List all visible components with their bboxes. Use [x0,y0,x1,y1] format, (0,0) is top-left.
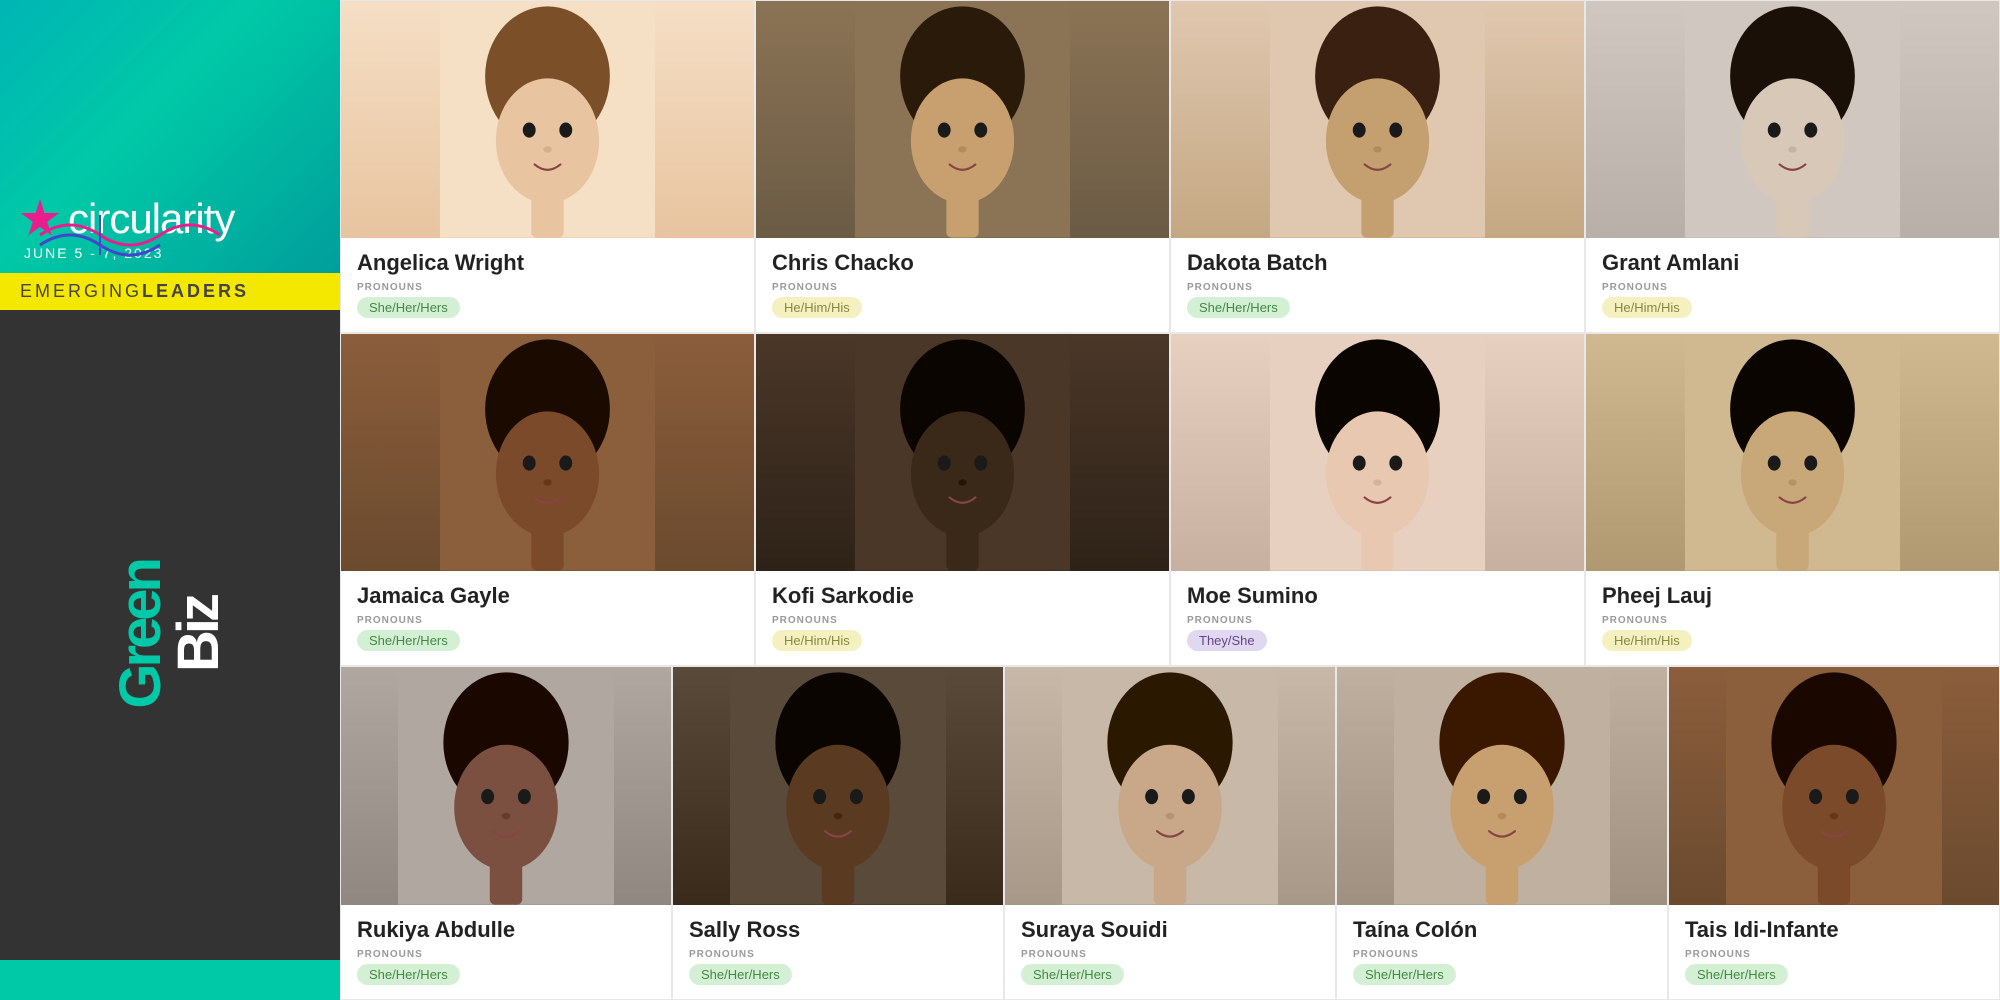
photo-pheej-lauj [1586,334,1999,571]
photo-moe-sumino [1171,334,1584,571]
emerging-text: EMERGING [20,281,142,302]
pronouns-badge-pheej-lauj: He/Him/His [1602,630,1692,651]
pronouns-badge-tais-idi-infante: She/Her/Hers [1685,964,1788,985]
grid-row: Angelica Wright PRONOUNS She/Her/Hers Chri… [340,0,2000,333]
emerging-leaders-banner: EMERGING LEADERS [0,273,340,310]
info-chris-chacko: Chris Chacko PRONOUNS He/Him/His [756,238,1169,332]
photo-dakota-batch [1171,1,1584,238]
photo-tais-idi-infante [1669,667,1999,905]
person-card-jamaica-gayle: Jamaica Gayle PRONOUNS She/Her/Hers [340,333,755,666]
pronouns-badge-dakota-batch: She/Her/Hers [1187,297,1290,318]
sidebar-bottom: Green Biz [0,310,340,960]
person-card-angelica-wright: Angelica Wright PRONOUNS She/Her/Hers [340,0,755,333]
pronouns-label-angelica-wright: PRONOUNS [357,282,738,293]
pronouns-label-taina-colon: PRONOUNS [1353,949,1651,960]
decorative-lines [40,205,260,255]
photo-jamaica-gayle [341,334,754,571]
greenbiz-logo: Green Biz [112,561,228,709]
pronouns-badge-chris-chacko: He/Him/His [772,297,862,318]
info-sally-ross: Sally Ross PRONOUNS She/Her/Hers [673,905,1003,999]
info-angelica-wright: Angelica Wright PRONOUNS She/Her/Hers [341,238,754,332]
person-card-sally-ross: Sally Ross PRONOUNS She/Her/Hers [672,666,1004,1000]
name-angelica-wright: Angelica Wright [357,250,738,276]
info-kofi-sarkodie: Kofi Sarkodie PRONOUNS He/Him/His [756,571,1169,665]
pronouns-label-kofi-sarkodie: PRONOUNS [772,615,1153,626]
pronouns-badge-sally-ross: She/Her/Hers [689,964,792,985]
name-chris-chacko: Chris Chacko [772,250,1153,276]
name-pheej-lauj: Pheej Lauj [1602,583,1983,609]
name-sally-ross: Sally Ross [689,917,987,943]
person-card-taina-colon: Taína Colón PRONOUNS She/Her/Hers [1336,666,1668,1000]
name-taina-colon: Taína Colón [1353,917,1651,943]
name-jamaica-gayle: Jamaica Gayle [357,583,738,609]
person-card-dakota-batch: Dakota Batch PRONOUNS She/Her/Hers [1170,0,1585,333]
photo-taina-colon [1337,667,1667,905]
pronouns-badge-taina-colon: She/Her/Hers [1353,964,1456,985]
name-kofi-sarkodie: Kofi Sarkodie [772,583,1153,609]
pronouns-badge-kofi-sarkodie: He/Him/His [772,630,862,651]
person-card-pheej-lauj: Pheej Lauj PRONOUNS He/Him/His [1585,333,2000,666]
info-suraya-souidi: Suraya Souidi PRONOUNS She/Her/Hers [1005,905,1335,999]
people-grid: Angelica Wright PRONOUNS She/Her/Hers Chri… [340,0,2000,1000]
info-moe-sumino: Moe Sumino PRONOUNS They/She [1171,571,1584,665]
sidebar: circularity JUNE 5 - 7, 2023 EMERGING LE… [0,0,340,1000]
name-moe-sumino: Moe Sumino [1187,583,1568,609]
person-card-tais-idi-infante: Tais Idi-Infante PRONOUNS She/Her/Hers [1668,666,2000,1000]
pronouns-label-rukiya-abdulle: PRONOUNS [357,949,655,960]
person-card-chris-chacko: Chris Chacko PRONOUNS He/Him/His [755,0,1170,333]
pronouns-label-suraya-souidi: PRONOUNS [1021,949,1319,960]
person-card-kofi-sarkodie: Kofi Sarkodie PRONOUNS He/Him/His [755,333,1170,666]
info-taina-colon: Taína Colón PRONOUNS She/Her/Hers [1337,905,1667,999]
pronouns-badge-grant-amlani: He/Him/His [1602,297,1692,318]
pronouns-label-pheej-lauj: PRONOUNS [1602,615,1983,626]
photo-sally-ross [673,667,1003,905]
person-card-rukiya-abdulle: Rukiya Abdulle PRONOUNS She/Her/Hers [340,666,672,1000]
pronouns-label-sally-ross: PRONOUNS [689,949,987,960]
sidebar-teal-bar [0,960,340,1000]
name-rukiya-abdulle: Rukiya Abdulle [357,917,655,943]
person-card-grant-amlani: Grant Amlani PRONOUNS He/Him/His [1585,0,2000,333]
name-dakota-batch: Dakota Batch [1187,250,1568,276]
pronouns-label-grant-amlani: PRONOUNS [1602,282,1983,293]
pronouns-badge-suraya-souidi: She/Her/Hers [1021,964,1124,985]
pronouns-badge-jamaica-gayle: She/Her/Hers [357,630,460,651]
pronouns-badge-moe-sumino: They/She [1187,630,1267,651]
photo-angelica-wright [341,1,754,238]
info-pheej-lauj: Pheej Lauj PRONOUNS He/Him/His [1586,571,1999,665]
pronouns-label-jamaica-gayle: PRONOUNS [357,615,738,626]
grid-row: Jamaica Gayle PRONOUNS She/Her/Hers Kofi S… [340,333,2000,666]
photo-suraya-souidi [1005,667,1335,905]
photo-chris-chacko [756,1,1169,238]
green-text: Green [112,561,170,709]
pronouns-label-moe-sumino: PRONOUNS [1187,615,1568,626]
pronouns-label-tais-idi-infante: PRONOUNS [1685,949,1983,960]
leaders-text: LEADERS [142,281,249,302]
info-grant-amlani: Grant Amlani PRONOUNS He/Him/His [1586,238,1999,332]
name-suraya-souidi: Suraya Souidi [1021,917,1319,943]
name-tais-idi-infante: Tais Idi-Infante [1685,917,1983,943]
photo-kofi-sarkodie [756,334,1169,571]
person-card-suraya-souidi: Suraya Souidi PRONOUNS She/Her/Hers [1004,666,1336,1000]
sidebar-top: circularity JUNE 5 - 7, 2023 EMERGING LE… [0,0,340,310]
pronouns-label-dakota-batch: PRONOUNS [1187,282,1568,293]
info-rukiya-abdulle: Rukiya Abdulle PRONOUNS She/Her/Hers [341,905,671,999]
person-card-moe-sumino: Moe Sumino PRONOUNS They/She [1170,333,1585,666]
info-jamaica-gayle: Jamaica Gayle PRONOUNS She/Her/Hers [341,571,754,665]
name-grant-amlani: Grant Amlani [1602,250,1983,276]
info-tais-idi-infante: Tais Idi-Infante PRONOUNS She/Her/Hers [1669,905,1999,999]
grid-row-3: Rukiya Abdulle PRONOUNS She/Her/Hers Sally… [340,666,2000,1000]
pronouns-badge-angelica-wright: She/Her/Hers [357,297,460,318]
biz-text: Biz [170,597,228,672]
photo-grant-amlani [1586,1,1999,238]
photo-rukiya-abdulle [341,667,671,905]
pronouns-badge-rukiya-abdulle: She/Her/Hers [357,964,460,985]
pronouns-label-chris-chacko: PRONOUNS [772,282,1153,293]
info-dakota-batch: Dakota Batch PRONOUNS She/Her/Hers [1171,238,1584,332]
